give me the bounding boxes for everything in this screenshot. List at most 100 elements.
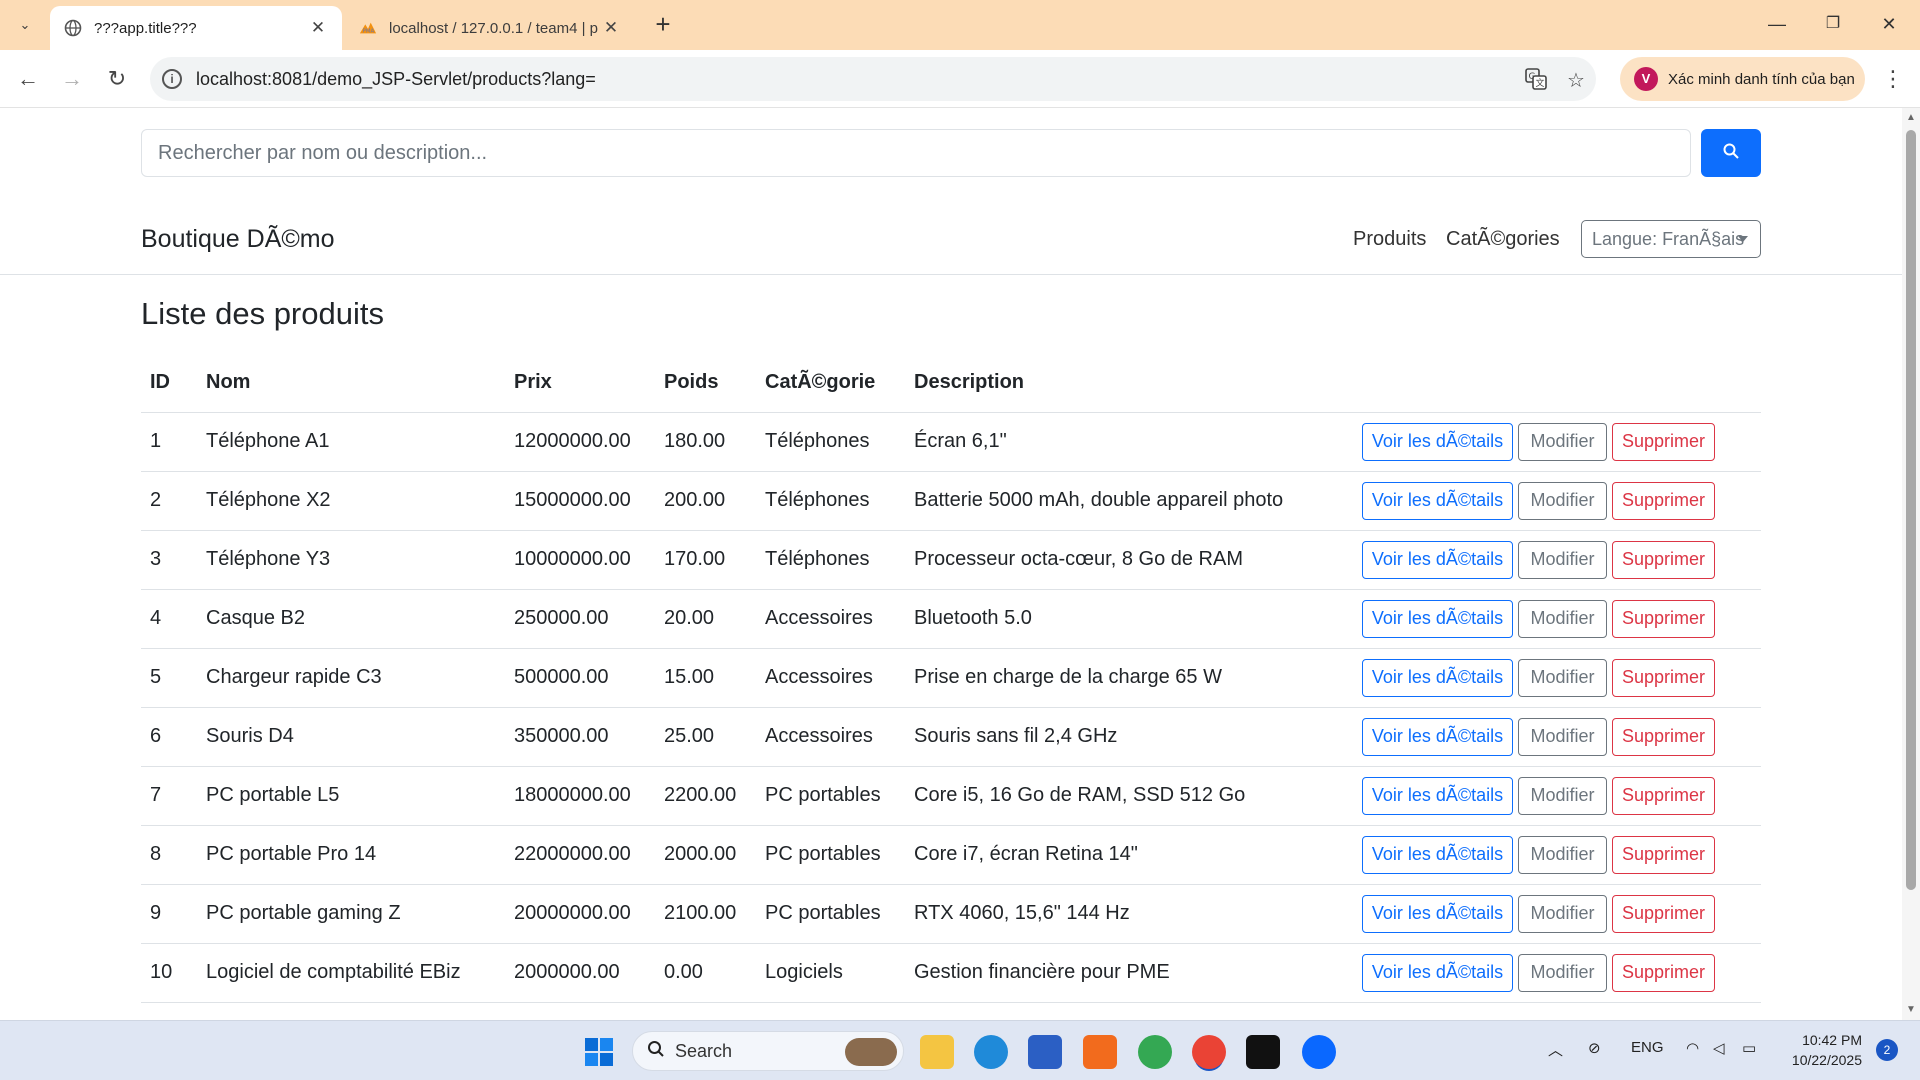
network-off-icon[interactable]: ⊘ [1588, 1039, 1601, 1057]
cell-weight: 2200.00 [655, 766, 756, 826]
nav-link-products[interactable]: Produits [1353, 228, 1426, 251]
view-details-button[interactable]: Voir les dÃ©tails [1362, 835, 1513, 874]
delete-button[interactable]: Supprimer [1612, 717, 1715, 756]
cell-category: Accessoires [756, 707, 905, 767]
delete-button[interactable]: Supprimer [1612, 894, 1715, 933]
edit-button[interactable]: Modifier [1518, 835, 1607, 874]
tab-search-chevron-icon[interactable]: ⌄ [11, 11, 39, 39]
view-details-button[interactable]: Voir les dÃ©tails [1362, 717, 1513, 756]
close-tab-icon[interactable]: ✕ [308, 18, 328, 38]
view-details-button[interactable]: Voir les dÃ©tails [1362, 540, 1513, 579]
chrome-icon[interactable] [1138, 1035, 1172, 1069]
site-info-icon[interactable]: i [162, 69, 182, 89]
microsoft-store-icon[interactable] [1028, 1035, 1062, 1069]
taskbar-search[interactable]: Search [632, 1031, 904, 1071]
tab-title: ???app.title??? [94, 19, 197, 37]
cell-actions: Voir les dÃ©tails Modifier Supprimer [1353, 412, 1761, 472]
file-explorer-icon[interactable] [920, 1035, 954, 1069]
xampp-icon[interactable] [1083, 1035, 1117, 1069]
new-tab-plus-icon[interactable]: + [648, 10, 678, 40]
chrome-profile-icon[interactable] [1192, 1035, 1226, 1069]
edge-browser-icon[interactable] [974, 1035, 1008, 1069]
language-dropdown[interactable]: Langue: FranÃ§ais [1581, 220, 1761, 258]
close-window-icon[interactable]: ✕ [1866, 8, 1912, 40]
cell-description: Écran 6,1" [905, 412, 1353, 472]
delete-button[interactable]: Supprimer [1612, 776, 1715, 815]
edit-button[interactable]: Modifier [1518, 894, 1607, 933]
edit-button[interactable]: Modifier [1518, 953, 1607, 992]
url-text[interactable]: localhost:8081/demo_JSP-Servlet/products… [196, 69, 596, 90]
edit-button[interactable]: Modifier [1518, 540, 1607, 579]
volume-icon[interactable]: ◁ [1713, 1039, 1725, 1057]
reload-icon[interactable]: ↻ [101, 63, 133, 95]
view-details-button[interactable]: Voir les dÃ©tails [1362, 953, 1513, 992]
browser-toolbar: ← → ↻ i localhost:8081/demo_JSP-Servlet/… [0, 50, 1920, 108]
scroll-down-icon[interactable]: ▼ [1905, 1004, 1917, 1015]
edit-button[interactable]: Modifier [1518, 717, 1607, 756]
cell-description: Bluetooth 5.0 [905, 589, 1353, 649]
windows-start-icon[interactable] [582, 1035, 616, 1069]
svg-text:文: 文 [1536, 77, 1545, 89]
scroll-up-icon[interactable]: ▲ [1905, 112, 1917, 123]
cell-name: Téléphone X2 [197, 471, 505, 531]
taskbar-clock[interactable]: 10:42 PM 10/22/2025 [1778, 1030, 1862, 1070]
edit-button[interactable]: Modifier [1518, 776, 1607, 815]
cell-actions: Voir les dÃ©tails Modifier Supprimer [1353, 707, 1761, 767]
delete-button[interactable]: Supprimer [1612, 953, 1715, 992]
minimize-icon[interactable]: — [1754, 8, 1800, 40]
view-details-button[interactable]: Voir les dÃ©tails [1362, 776, 1513, 815]
intellij-icon[interactable] [1246, 1035, 1280, 1069]
back-arrow-icon[interactable]: ← [12, 63, 44, 95]
language-dropdown-label: Langue: FranÃ§ais [1592, 228, 1745, 249]
view-details-button[interactable]: Voir les dÃ©tails [1362, 481, 1513, 520]
delete-button[interactable]: Supprimer [1612, 481, 1715, 520]
svg-text:PMA: PMA [363, 29, 375, 35]
more-menu-icon[interactable]: ⋮ [1880, 63, 1906, 95]
address-bar[interactable]: i localhost:8081/demo_JSP-Servlet/produc… [150, 57, 1596, 101]
forward-arrow-icon[interactable]: → [56, 63, 88, 95]
cell-category: Logiciels [756, 943, 905, 1003]
tray-chevron-up-icon[interactable]: ︿ [1548, 1039, 1563, 1060]
cell-description: Batterie 5000 mAh, double appareil photo [905, 471, 1353, 531]
search-input[interactable]: Rechercher par nom ou description... [141, 129, 1691, 177]
delete-button[interactable]: Supprimer [1612, 599, 1715, 638]
view-details-button[interactable]: Voir les dÃ©tails [1362, 658, 1513, 697]
cell-actions: Voir les dÃ©tails Modifier Supprimer [1353, 530, 1761, 590]
cell-category: Accessoires [756, 589, 905, 649]
cell-price: 20000000.00 [505, 884, 655, 944]
view-details-button[interactable]: Voir les dÃ©tails [1362, 894, 1513, 933]
row-actions: Voir les dÃ©tails Modifier Supprimer [1362, 776, 1752, 815]
header-name: Nom [197, 353, 505, 413]
delete-button[interactable]: Supprimer [1612, 835, 1715, 874]
close-tab-icon[interactable]: ✕ [601, 18, 621, 38]
wifi-icon[interactable]: ◠ [1686, 1039, 1699, 1057]
brand-link[interactable]: Boutique DÃ©mo [141, 225, 335, 254]
edit-button[interactable]: Modifier [1518, 658, 1607, 697]
cell-description: RTX 4060, 15,6" 144 Hz [905, 884, 1353, 944]
edit-button[interactable]: Modifier [1518, 481, 1607, 520]
edit-button[interactable]: Modifier [1518, 422, 1607, 461]
profile-verify-chip[interactable]: V Xác minh danh tính của bạn [1620, 57, 1865, 101]
restore-icon[interactable]: ❐ [1810, 8, 1856, 40]
edit-button[interactable]: Modifier [1518, 599, 1607, 638]
translate-icon[interactable]: G文 [1523, 68, 1549, 94]
bookmark-star-icon[interactable]: ☆ [1563, 68, 1589, 94]
view-details-button[interactable]: Voir les dÃ©tails [1362, 599, 1513, 638]
delete-button[interactable]: Supprimer [1612, 422, 1715, 461]
scrollbar-thumb[interactable] [1906, 130, 1916, 890]
page-scrollbar[interactable]: ▲ ▼ [1902, 108, 1920, 1020]
notification-badge[interactable]: 2 [1876, 1039, 1898, 1061]
nav-link-categories[interactable]: CatÃ©gories [1446, 228, 1560, 251]
cell-actions: Voir les dÃ©tails Modifier Supprimer [1353, 589, 1761, 649]
view-details-button[interactable]: Voir les dÃ©tails [1362, 422, 1513, 461]
delete-button[interactable]: Supprimer [1612, 540, 1715, 579]
input-language[interactable]: ENG [1631, 1039, 1664, 1056]
cell-name: Chargeur rapide C3 [197, 648, 505, 708]
battery-icon[interactable]: ▭ [1742, 1039, 1756, 1057]
tab-phpmyadmin[interactable]: PMA localhost / 127.0.0.1 / team4 | p ✕ [345, 6, 635, 50]
tab-app[interactable]: ???app.title??? ✕ [50, 6, 342, 50]
zalo-icon[interactable] [1302, 1035, 1336, 1069]
cell-name: Téléphone A1 [197, 412, 505, 472]
delete-button[interactable]: Supprimer [1612, 658, 1715, 697]
search-button[interactable] [1701, 129, 1761, 177]
